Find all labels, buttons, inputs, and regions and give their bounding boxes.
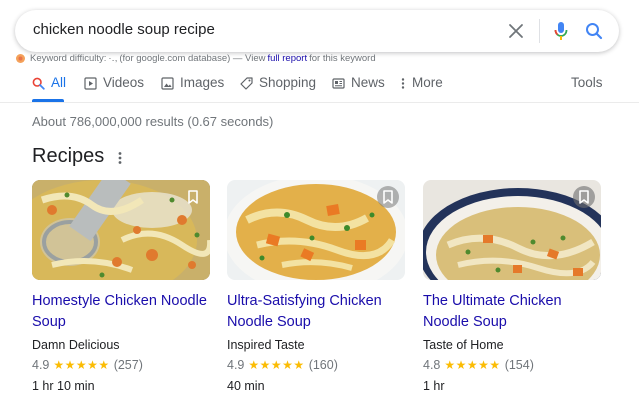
rating-value: 4.8 bbox=[423, 358, 441, 372]
recipes-heading: Recipes bbox=[32, 145, 105, 167]
recipe-card[interactable]: Ultra-Satisfying Chicken Noodle Soup Ins… bbox=[227, 180, 405, 393]
rating-value: 4.9 bbox=[32, 358, 50, 372]
tab-shopping-label: Shopping bbox=[259, 75, 317, 90]
tab-more-label: More bbox=[412, 75, 443, 90]
star-rating-icon: ★★★★★ bbox=[248, 358, 305, 372]
tab-images[interactable]: Images bbox=[161, 75, 224, 101]
tab-images-label: Images bbox=[180, 75, 225, 90]
newspaper-icon bbox=[332, 78, 345, 89]
recipe-rating: 4.9 ★★★★★ (160) bbox=[227, 358, 405, 372]
search-bar-divider bbox=[539, 19, 540, 43]
recipe-title-link[interactable]: Ultra-Satisfying Chicken Noodle Soup bbox=[227, 291, 405, 333]
search-input[interactable]: chicken noodle soup recipe bbox=[33, 21, 215, 38]
close-icon bbox=[509, 24, 523, 38]
review-count: (154) bbox=[504, 358, 534, 372]
search-icon bbox=[586, 23, 603, 40]
search-icon bbox=[32, 77, 45, 90]
recipe-source: Inspired Taste bbox=[227, 338, 305, 352]
recipe-cook-time: 1 hr bbox=[423, 379, 445, 393]
recipe-image[interactable] bbox=[423, 180, 601, 280]
semrush-icon bbox=[16, 54, 25, 63]
recipe-title-link[interactable]: The Ultimate Chicken Noodle Soup bbox=[423, 291, 601, 333]
rating-value: 4.9 bbox=[227, 358, 245, 372]
review-count: (257) bbox=[113, 358, 143, 372]
image-icon bbox=[161, 77, 174, 90]
bookmark-icon bbox=[383, 190, 393, 204]
review-count: (160) bbox=[308, 358, 338, 372]
search-tabs: All Videos Images Shopping News More Too… bbox=[0, 70, 639, 103]
keyword-difficulty-suffix: for this keyword bbox=[309, 53, 376, 64]
search-button[interactable] bbox=[581, 18, 607, 44]
recipe-source: Damn Delicious bbox=[32, 338, 120, 352]
star-rating-icon: ★★★★★ bbox=[444, 358, 501, 372]
save-recipe-button[interactable] bbox=[377, 186, 399, 208]
tab-more[interactable]: More bbox=[400, 75, 443, 101]
keyword-difficulty: Keyword difficulty: ·․, (for google.com … bbox=[15, 53, 376, 64]
bookmark-icon bbox=[579, 190, 589, 204]
video-icon bbox=[84, 77, 97, 90]
tab-tools-label: Tools bbox=[571, 75, 603, 90]
bookmark-icon bbox=[188, 190, 198, 204]
recipe-rating: 4.9 ★★★★★ (257) bbox=[32, 358, 210, 372]
recipe-rating: 4.8 ★★★★★ (154) bbox=[423, 358, 601, 372]
voice-search-button[interactable] bbox=[548, 18, 574, 44]
more-vert-icon bbox=[118, 152, 122, 164]
keyword-difficulty-value: ·․, bbox=[108, 53, 118, 64]
result-stats: About 786,000,000 results (0.67 seconds) bbox=[32, 114, 274, 129]
tab-videos-label: Videos bbox=[103, 75, 145, 90]
tab-videos[interactable]: Videos bbox=[84, 75, 144, 101]
keyword-difficulty-label: Keyword difficulty: bbox=[30, 53, 107, 64]
recipe-title-link[interactable]: Homestyle Chicken Noodle Soup bbox=[32, 291, 210, 333]
save-recipe-button[interactable] bbox=[182, 186, 204, 208]
full-report-link[interactable]: full report bbox=[267, 53, 307, 64]
tab-shopping[interactable]: Shopping bbox=[240, 75, 316, 101]
recipe-image[interactable] bbox=[32, 180, 210, 280]
recipe-cook-time: 1 hr 10 min bbox=[32, 379, 95, 393]
tab-tools[interactable]: Tools bbox=[571, 75, 603, 101]
recipe-source: Taste of Home bbox=[423, 338, 504, 352]
more-vert-icon bbox=[401, 78, 405, 89]
tab-news-label: News bbox=[351, 75, 385, 90]
recipe-card[interactable]: Homestyle Chicken Noodle Soup Damn Delic… bbox=[32, 180, 210, 393]
tab-news[interactable]: News bbox=[332, 75, 385, 101]
star-rating-icon: ★★★★★ bbox=[53, 358, 110, 372]
active-tab-indicator bbox=[32, 99, 64, 102]
tag-icon bbox=[240, 77, 253, 90]
search-bar[interactable]: chicken noodle soup recipe bbox=[15, 10, 619, 52]
tab-all-label: All bbox=[51, 75, 67, 90]
recipe-image[interactable] bbox=[227, 180, 405, 280]
clear-search-button[interactable] bbox=[503, 18, 529, 44]
tab-all[interactable]: All bbox=[32, 75, 66, 101]
keyword-difficulty-note: (for google.com database) — View bbox=[119, 53, 266, 64]
microphone-icon bbox=[554, 22, 568, 40]
save-recipe-button[interactable] bbox=[573, 186, 595, 208]
recipe-cook-time: 40 min bbox=[227, 379, 265, 393]
recipe-card[interactable]: The Ultimate Chicken Noodle Soup Taste o… bbox=[423, 180, 601, 393]
recipes-options-button[interactable] bbox=[112, 150, 128, 166]
